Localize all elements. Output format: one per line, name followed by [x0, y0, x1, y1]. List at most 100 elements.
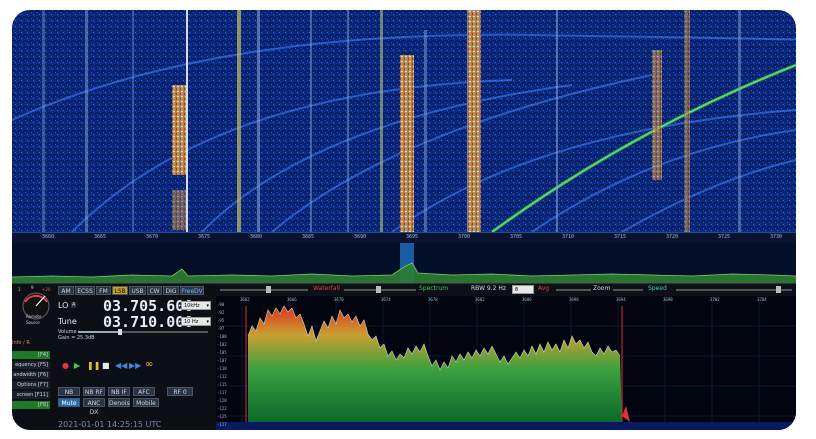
freq-tick-label: 3680	[250, 234, 263, 240]
mode-button-fm[interactable]: FM	[96, 286, 111, 295]
db-tick: -112	[217, 374, 227, 379]
side-menu-item-bandwidth[interactable]: andwidth [F6]	[12, 371, 50, 379]
mode-button-lsb[interactable]: LSB	[112, 286, 128, 295]
remote-caption: Remote	[26, 314, 42, 319]
spectrum-freq-tick: 3674	[381, 297, 391, 302]
pause-icon[interactable]: ❚❚	[87, 361, 100, 370]
db-tick: -120	[217, 398, 227, 403]
freq-tick-label: 3695	[406, 234, 419, 240]
overview-spectrum[interactable]	[12, 243, 796, 283]
tune-label: Tune	[58, 317, 77, 326]
receiver-control-panel: 1 9 +20 Remote Source AM ECSS FM LSB USB…	[12, 283, 216, 430]
speed-label: Speed	[648, 285, 667, 292]
side-menu-label: screen [F11]	[16, 392, 48, 398]
waterfall-slider[interactable]	[220, 289, 308, 291]
stop-icon[interactable]: ■	[102, 361, 110, 370]
freq-tick-label: 3675	[198, 234, 211, 240]
waterfall-slider-knob[interactable]	[266, 286, 271, 293]
mode-button-dig[interactable]: DIG	[163, 286, 179, 295]
db-tick: -122	[217, 406, 227, 411]
side-menu-item-f8[interactable]: [F8]	[12, 401, 50, 409]
spectrum-slider-knob[interactable]	[376, 286, 381, 293]
db-tick: -125	[217, 414, 227, 419]
side-menu-label: [F8]	[38, 402, 48, 408]
lo-step-value: 10kHz	[184, 303, 200, 309]
lo-label: LO	[58, 301, 69, 310]
volume-knob[interactable]	[118, 329, 122, 335]
db-tick: -95	[217, 318, 225, 323]
gain-readout: Gain = 25.3dB	[58, 335, 95, 341]
aux-slider[interactable]	[676, 289, 792, 291]
lo-step-select[interactable]: 10kHz ▾	[181, 301, 211, 310]
freq-tick-label: 3730	[770, 234, 783, 240]
waterfall-label: Waterfall	[313, 285, 340, 292]
record-icon[interactable]: ●	[62, 361, 69, 370]
spectrum-freq-tick: 3690	[569, 297, 579, 302]
speed-slider[interactable]	[613, 289, 643, 291]
zoom-slider[interactable]	[556, 289, 591, 291]
sdr-app-window: 3660 3665 3670 3675 3680 3685 3690 3695 …	[12, 10, 796, 430]
tune-step-select[interactable]: 10 Hz ▾	[181, 317, 211, 326]
lo-vfo-badge[interactable]: A	[71, 302, 77, 308]
mode-button-usb[interactable]: USB	[129, 286, 146, 295]
rf0-button[interactable]: RF 0	[167, 387, 193, 396]
freq-tick-label: 3685	[302, 234, 315, 240]
side-menu-item-f4[interactable]: [F4]	[12, 351, 50, 359]
spectrum-freq-tick: 3686	[522, 297, 532, 302]
mode-button-ecss[interactable]: ECSS	[75, 286, 95, 295]
freq-tick-label: 3705	[510, 234, 523, 240]
freq-tick-label: 3715	[614, 234, 627, 240]
anc-dx-button[interactable]: ANC DX	[83, 398, 105, 416]
zoomed-spectrum[interactable]: 3662 3666 3670 3674 3678 3682 3686 3690 …	[216, 296, 796, 430]
nb-if-button[interactable]: NB IF	[108, 387, 130, 396]
db-tick: -117	[217, 390, 227, 395]
spectrum-freq-tick: 3662	[240, 297, 250, 302]
afc-button[interactable]: AFC	[133, 387, 155, 396]
spectrum-freq-tick: 3702	[710, 297, 720, 302]
volume-fill	[78, 331, 120, 333]
side-menu-item-frequency[interactable]: equency [F5]	[12, 361, 50, 369]
side-info-label: Info / R	[12, 340, 30, 346]
play-icon[interactable]: ▶	[74, 361, 80, 370]
freq-tick-label: 3665	[94, 234, 107, 240]
rewind-icon[interactable]: ◀◀	[115, 361, 127, 370]
s-meter-scale-high: +20	[42, 287, 51, 292]
source-caption: Source	[26, 320, 40, 325]
zoomed-spectrum-canvas	[216, 296, 796, 430]
mute-button[interactable]: Mute	[58, 398, 80, 407]
chevron-down-icon: ▾	[206, 319, 209, 325]
side-menu-item-options[interactable]: Options [F7]	[12, 381, 50, 389]
spectrum-freq-tick: 3666	[287, 297, 297, 302]
s-meter-scale-mid: 9	[31, 285, 34, 290]
zoom-label: Zoom	[593, 285, 611, 292]
nb-rf-button[interactable]: NB RF	[83, 387, 105, 396]
avg-value: 8	[515, 287, 519, 293]
aux-slider-knob[interactable]	[776, 286, 781, 293]
rbw-readout: RBW 9.2 Hz	[471, 285, 507, 292]
spectrum-freq-tick: 3694	[616, 297, 626, 302]
denoise-button[interactable]: Denois	[108, 398, 130, 407]
db-tick: -92	[217, 310, 225, 315]
freq-tick-label: 3690	[354, 234, 367, 240]
side-menu-label: equency [F5]	[15, 362, 48, 368]
freq-tick-label: 3725	[718, 234, 731, 240]
freq-tick-label: 3710	[562, 234, 575, 240]
mobile-button[interactable]: Mobile	[133, 398, 159, 407]
db-tick: -100	[217, 334, 227, 339]
mode-button-cw[interactable]: CW	[147, 286, 162, 295]
loop-icon[interactable]: ∞	[145, 360, 153, 370]
spectrum-freq-tick: 3682	[475, 297, 485, 302]
mode-button-freedv[interactable]: FreeDV	[180, 286, 204, 295]
spectrum-toolbar: Waterfall Spectrum RBW 9.2 Hz 8 Avg Zoom…	[216, 283, 796, 297]
db-tick: -107	[217, 358, 227, 363]
avg-select[interactable]: 8	[512, 285, 534, 294]
volume-slider[interactable]	[78, 329, 208, 335]
db-tick: -90	[217, 302, 225, 307]
mode-button-am[interactable]: AM	[58, 286, 74, 295]
fast-forward-icon[interactable]: ▶▶	[129, 361, 141, 370]
spectrum-freq-tick: 3678	[428, 297, 438, 302]
nb-button[interactable]: NB	[58, 387, 80, 396]
side-menu-item-fullscreen[interactable]: screen [F11]	[12, 391, 50, 399]
tune-frequency-display[interactable]: 03.710.000	[103, 313, 193, 331]
waterfall-display[interactable]	[12, 10, 796, 234]
